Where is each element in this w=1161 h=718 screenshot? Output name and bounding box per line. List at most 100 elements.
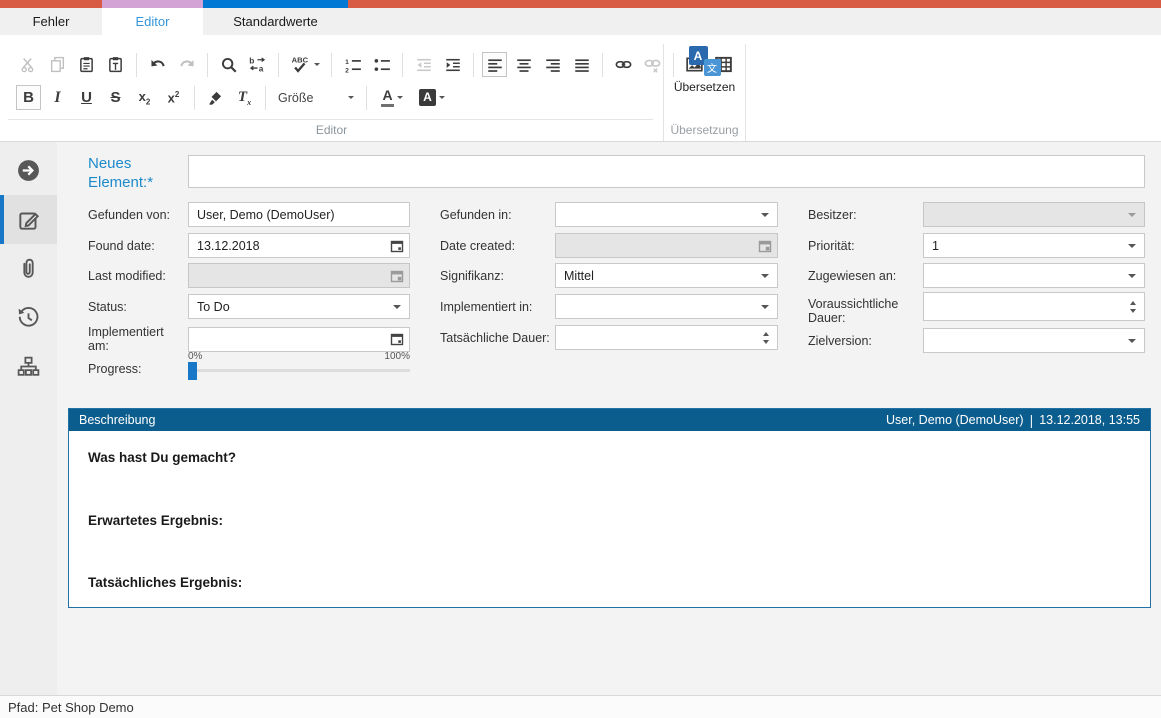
sidebar-item-history[interactable] bbox=[0, 293, 57, 342]
description-prompt: Tatsächliches Ergebnis: bbox=[88, 575, 242, 590]
bold-button[interactable]: B bbox=[16, 85, 41, 110]
replace-icon[interactable]: b a bbox=[245, 52, 270, 77]
toolbar-separator bbox=[473, 53, 474, 77]
spinner-up-icon[interactable] bbox=[1130, 301, 1136, 305]
redo-icon[interactable] bbox=[174, 52, 199, 77]
gefunden-in-select[interactable] bbox=[555, 202, 778, 227]
date-created-field bbox=[555, 233, 778, 258]
found-date-label: Found date: bbox=[88, 239, 188, 253]
chevron-down-icon bbox=[1128, 213, 1136, 217]
tatsaechliche-dauer-spinner[interactable] bbox=[555, 325, 778, 350]
found-date-value: 13.12.2018 bbox=[189, 239, 385, 253]
link-icon[interactable] bbox=[611, 52, 636, 77]
justify-icon[interactable] bbox=[569, 52, 594, 77]
numbered-list-icon[interactable]: 1 2 bbox=[340, 52, 365, 77]
italic-button[interactable]: I bbox=[45, 85, 70, 110]
align-right-icon[interactable] bbox=[540, 52, 565, 77]
last-modified-field bbox=[188, 263, 410, 288]
spinner-down-icon[interactable] bbox=[763, 340, 769, 344]
align-center-icon[interactable] bbox=[511, 52, 536, 77]
besitzer-label: Besitzer: bbox=[808, 208, 923, 222]
prioritaet-select[interactable]: 1 bbox=[923, 233, 1145, 258]
translate-button[interactable]: A 文 Übersetzen bbox=[664, 46, 745, 94]
calendar-icon[interactable] bbox=[385, 239, 409, 253]
tab-fehler[interactable]: Fehler bbox=[0, 8, 102, 35]
new-element-field bbox=[188, 155, 1145, 188]
description-editor-body[interactable]: Was hast Du gemacht? Erwartetes Ergebnis… bbox=[69, 431, 1150, 607]
copy-icon[interactable] bbox=[45, 52, 70, 77]
cut-icon[interactable] bbox=[16, 52, 41, 77]
font-size-label: Größe bbox=[278, 91, 348, 105]
spellcheck-icon[interactable]: ABC bbox=[287, 52, 323, 77]
progress-slider-track[interactable] bbox=[188, 369, 410, 372]
progress-slider-thumb[interactable] bbox=[188, 362, 197, 380]
zielversion-select[interactable] bbox=[923, 328, 1145, 353]
align-left-icon[interactable] bbox=[482, 52, 507, 77]
sidebar bbox=[0, 142, 57, 695]
unlink-icon[interactable] bbox=[640, 52, 665, 77]
calendar-icon[interactable] bbox=[385, 332, 409, 346]
translate-icon: A 文 bbox=[689, 46, 721, 76]
decrease-indent-icon[interactable] bbox=[411, 52, 436, 77]
font-color-glyph: A bbox=[381, 88, 393, 106]
gefunden-von-input[interactable] bbox=[189, 203, 409, 226]
group-divider bbox=[8, 119, 653, 120]
new-element-input[interactable] bbox=[189, 156, 1144, 187]
svg-text:a: a bbox=[259, 64, 264, 74]
implementiert-in-select[interactable] bbox=[555, 294, 778, 319]
toolbar-separator bbox=[136, 53, 137, 77]
found-date-field[interactable]: 13.12.2018 bbox=[188, 233, 410, 258]
gefunden-von-field bbox=[188, 202, 410, 227]
progress-label: Progress: bbox=[88, 362, 188, 376]
spinner-up-icon[interactable] bbox=[763, 332, 769, 336]
accent-strip-standardwerte bbox=[203, 0, 348, 8]
strikethrough-button[interactable]: S bbox=[103, 85, 128, 110]
voraussichtliche-dauer-spinner[interactable] bbox=[923, 292, 1145, 321]
tab-standardwerte[interactable]: Standardwerte bbox=[203, 8, 348, 35]
besitzer-select bbox=[923, 202, 1145, 227]
toolbar-separator bbox=[265, 86, 266, 110]
fill-color-dropdown[interactable]: A bbox=[413, 85, 451, 110]
edit-icon bbox=[16, 207, 42, 233]
voraussichtliche-dauer-label: Voraussichtliche Dauer: bbox=[808, 292, 923, 325]
tab-editor[interactable]: Editor bbox=[102, 8, 203, 35]
subscript-button[interactable]: x2 bbox=[132, 85, 157, 110]
ribbon: b a ABC 1 2 bbox=[0, 35, 1161, 142]
svg-text:2: 2 bbox=[345, 67, 349, 74]
sidebar-item-navigate[interactable] bbox=[0, 146, 57, 195]
increase-indent-icon[interactable] bbox=[440, 52, 465, 77]
ribbon-group-editor: b a ABC 1 2 bbox=[0, 35, 663, 141]
spinner-down-icon[interactable] bbox=[1130, 309, 1136, 313]
chevron-down-icon bbox=[393, 305, 401, 309]
description-panel: Beschreibung User, Demo (DemoUser) | 13.… bbox=[68, 408, 1151, 608]
prioritaet-label: Priorität: bbox=[808, 239, 923, 253]
implementiert-am-field[interactable] bbox=[188, 327, 410, 352]
toolbar-separator bbox=[602, 53, 603, 77]
progress-max-label: 100% bbox=[188, 351, 410, 362]
chevron-down-icon bbox=[1128, 274, 1136, 278]
format-painter-icon[interactable] bbox=[203, 85, 228, 110]
undo-icon[interactable] bbox=[145, 52, 170, 77]
ribbon-group-label-translation: Übersetzung bbox=[664, 123, 745, 137]
chevron-down-icon bbox=[1128, 244, 1136, 248]
tatsaechliche-dauer-label: Tatsächliche Dauer: bbox=[440, 331, 555, 345]
sidebar-item-editor[interactable] bbox=[0, 195, 57, 244]
fill-color-glyph: A bbox=[419, 89, 436, 105]
zugewiesen-an-select[interactable] bbox=[923, 263, 1145, 288]
paste-text-icon[interactable] bbox=[103, 52, 128, 77]
status-select[interactable]: To Do bbox=[188, 294, 410, 319]
sidebar-item-attachments[interactable] bbox=[0, 244, 57, 293]
search-icon[interactable] bbox=[216, 52, 241, 77]
underline-glyph: U bbox=[81, 90, 92, 105]
toolbar-separator bbox=[402, 53, 403, 77]
font-color-dropdown[interactable]: A bbox=[375, 85, 409, 110]
signifikanz-select[interactable]: Mittel bbox=[555, 263, 778, 288]
clear-formatting-button[interactable]: Tx bbox=[232, 85, 257, 110]
italic-glyph: I bbox=[54, 90, 60, 106]
sidebar-item-hierarchy[interactable] bbox=[0, 342, 57, 391]
underline-button[interactable]: U bbox=[74, 85, 99, 110]
font-size-dropdown[interactable]: Größe bbox=[274, 85, 358, 110]
paste-icon[interactable] bbox=[74, 52, 99, 77]
superscript-button[interactable]: x2 bbox=[161, 85, 186, 110]
bullet-list-icon[interactable] bbox=[369, 52, 394, 77]
